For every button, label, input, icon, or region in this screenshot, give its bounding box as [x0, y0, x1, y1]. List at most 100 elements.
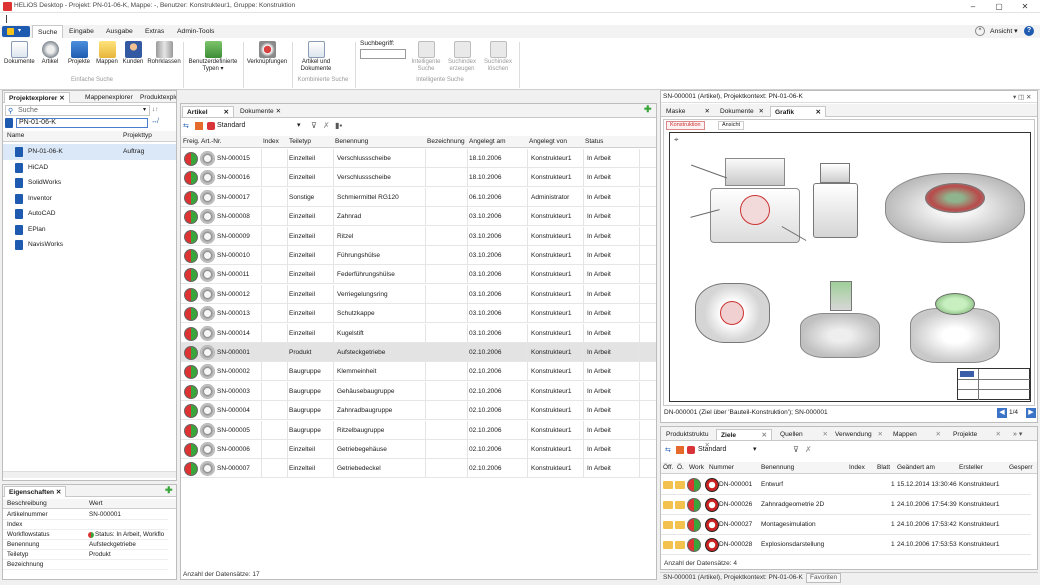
- close-icon[interactable]: ✕: [995, 429, 1001, 440]
- prev-page-button[interactable]: ◀: [997, 408, 1007, 418]
- tab-admin-tools[interactable]: Admin-Tools: [172, 25, 219, 38]
- article-row[interactable]: SN-000004 Baugruppe Zahnradbaugruppe 02.10.…: [181, 401, 656, 421]
- tab-maske[interactable]: Maske ✕: [662, 106, 714, 117]
- close-icon[interactable]: ✕: [935, 429, 941, 440]
- rohrklassen-search-button[interactable]: Rohrklassen: [146, 41, 182, 73]
- col-header[interactable]: Geändert am: [897, 464, 935, 471]
- article-row[interactable]: SN-000015 Einzelteil Verschlussscheibe 18.1…: [181, 149, 656, 168]
- kunden-search-button[interactable]: Kunden: [119, 41, 147, 73]
- tab-mappen[interactable]: Mappen ✕: [889, 429, 945, 440]
- project-row[interactable]: EPlan: [3, 222, 176, 238]
- col-header[interactable]: Index: [263, 138, 287, 145]
- tab-konstruktion[interactable]: Konstruktion: [666, 121, 705, 130]
- project-row[interactable]: Inventor: [3, 191, 176, 207]
- refresh-icon[interactable]: ⇆: [183, 122, 189, 130]
- horizontal-scrollbar[interactable]: [3, 471, 176, 478]
- filter-icon[interactable]: ⊽: [311, 121, 317, 130]
- article-row[interactable]: SN-000017 Sonstige Schmiermittel RG120 06.1…: [181, 187, 656, 207]
- project-row[interactable]: HiCAD: [3, 160, 176, 176]
- tab-projektexplorer[interactable]: Projektexplorer ✕: [4, 92, 70, 103]
- col-header[interactable]: Status: [585, 138, 639, 145]
- projekte-search-button[interactable]: Projekte: [64, 41, 94, 73]
- maximize-button[interactable]: ▢: [986, 0, 1012, 13]
- col-header[interactable]: Nummer: [709, 464, 734, 471]
- col-header[interactable]: Art.-Nr.: [201, 138, 261, 145]
- tab-verwendung[interactable]: Verwendung ✕: [831, 429, 887, 440]
- suchindex-loeschen-button[interactable]: Suchindex löschen: [480, 41, 516, 73]
- article-row[interactable]: SN-000003 Baugruppe Gehäusebaugruppe 02.10.…: [181, 381, 656, 401]
- project-search-input[interactable]: ⚲ Suche ▾: [5, 105, 150, 116]
- article-row[interactable]: SN-000010 Einzelteil Führungshülse 03.10.20…: [181, 246, 656, 265]
- col-header[interactable]: Freig.: [183, 138, 199, 145]
- property-row[interactable]: Artikelnummer SN-000001: [3, 510, 168, 520]
- project-row[interactable]: NavisWorks: [3, 237, 176, 253]
- property-row[interactable]: Workflowstatus Status: In Arbeit, Workflo: [3, 530, 168, 540]
- collapse-ribbon-icon[interactable]: ^: [975, 26, 985, 36]
- close-icon[interactable]: ✕: [822, 429, 828, 440]
- col-header[interactable]: Ersteller: [959, 464, 983, 471]
- col-header[interactable]: Blatt: [877, 464, 890, 471]
- property-row[interactable]: Index: [3, 520, 168, 530]
- next-page-button[interactable]: ▶: [1026, 408, 1036, 418]
- refresh-icon[interactable]: ⇆: [665, 446, 671, 454]
- tab-quellen[interactable]: Quellen ✕: [776, 429, 832, 440]
- intelligente-suche-button[interactable]: Intelligente Suche: [408, 41, 444, 73]
- relations-view-select[interactable]: Standard ▾: [698, 445, 788, 455]
- clear-filter-icon[interactable]: ✗: [805, 445, 812, 454]
- tab-mappenexplorer[interactable]: Mappenexplorer: [81, 92, 137, 103]
- tab-dokumente[interactable]: Dokumente ✕: [236, 106, 285, 117]
- tab-suche[interactable]: Suche: [32, 25, 64, 38]
- help-icon[interactable]: ?: [1024, 26, 1034, 36]
- sort-icon[interactable]: ↓↑: [152, 106, 159, 113]
- article-row[interactable]: SN-000007 Einzelteil Getriebedeckel 02.10.2…: [181, 459, 656, 479]
- article-row[interactable]: SN-000006 Einzelteil Getriebegehäuse 02.10.…: [181, 440, 656, 459]
- add-icon[interactable]: ✚: [644, 104, 652, 115]
- article-row[interactable]: SN-000005 Baugruppe Ritzelbaugruppe 02.10.2…: [181, 420, 656, 440]
- tab-projekte[interactable]: Projekte ✕: [949, 429, 1005, 440]
- property-row[interactable]: Benennung Aufsteckgetriebe: [3, 540, 168, 550]
- project-row[interactable]: PN-01-06-K Auftrag: [3, 144, 176, 160]
- verknuepfungen-button[interactable]: Verknüpfungen: [244, 41, 290, 73]
- dokumente-search-button[interactable]: Dokumente: [4, 41, 35, 73]
- col-header[interactable]: Teiletyp: [289, 138, 333, 145]
- col-header[interactable]: Benennung: [335, 138, 425, 145]
- tab-artikel[interactable]: Artikel ✕: [182, 106, 234, 117]
- app-menu-button[interactable]: ▾: [2, 26, 30, 37]
- suchindex-erzeugen-button[interactable]: Suchindex erzeugen: [444, 41, 480, 73]
- suchbegriff-input[interactable]: [360, 49, 406, 59]
- property-row[interactable]: Teiletyp Produkt: [3, 550, 168, 560]
- tab-produktexplorer[interactable]: Produktexplorer: [136, 92, 176, 103]
- artikel-search-button[interactable]: Artikel: [36, 41, 64, 73]
- article-row[interactable]: SN-000013 Einzelteil Schutzkappe 03.10.2006…: [181, 304, 656, 324]
- article-row[interactable]: SN-000008 Einzelteil Zahnrad 03.10.2006 Kons…: [181, 207, 656, 227]
- article-row[interactable]: SN-000002 Baugruppe Klemmeinheit 02.10.2006…: [181, 362, 656, 382]
- project-row[interactable]: AutoCAD: [3, 206, 176, 222]
- mappen-search-button[interactable]: Mappen: [92, 41, 122, 73]
- article-row[interactable]: SN-000016 Einzelteil Verschlussscheibe 18.1…: [181, 168, 656, 188]
- property-row[interactable]: Bezeichnung: [3, 560, 168, 570]
- article-row[interactable]: SN-000014 Einzelteil Kugelstift 03.10.2006 K…: [181, 323, 656, 343]
- clear-filter-icon[interactable]: ✗: [323, 121, 330, 130]
- favoriten-tab[interactable]: Favoriten: [806, 573, 842, 583]
- col-header[interactable]: Gesperr: [1009, 464, 1032, 471]
- col-header[interactable]: Öff.: [663, 464, 673, 471]
- relation-row[interactable]: DN-000001 Entwurf 1 15.12.2014 13:30:46 Kons…: [661, 475, 1031, 495]
- col-header[interactable]: Ö.: [677, 464, 684, 471]
- tab-eigenschaften[interactable]: Eigenschaften ✕: [4, 486, 67, 497]
- project-row[interactable]: SolidWorks: [3, 175, 176, 191]
- close-icon[interactable]: ✕: [877, 429, 883, 440]
- relation-row[interactable]: DN-000027 Montagesimulation 1 24.10.2006 17…: [661, 515, 1031, 535]
- export-icon[interactable]: [195, 122, 203, 130]
- article-row[interactable]: SN-000011 Einzelteil Federführungshülse 03.…: [181, 265, 656, 285]
- col-header[interactable]: Index: [849, 464, 865, 471]
- ansicht-menu[interactable]: Ansicht ▾: [990, 27, 1018, 35]
- col-header[interactable]: Angelegt am: [469, 138, 527, 145]
- tab-extras[interactable]: Extras: [140, 25, 169, 38]
- col-header[interactable]: Work: [689, 464, 704, 471]
- view-select[interactable]: Standard ▾: [217, 121, 307, 131]
- tab-dokumente[interactable]: Dokumente ✕: [716, 106, 768, 117]
- columns-icon[interactable]: ▮▪: [335, 121, 342, 130]
- add-icon[interactable]: ✚: [165, 485, 173, 496]
- tab-eingabe[interactable]: Eingabe: [64, 25, 99, 38]
- filter-icon[interactable]: ⊽: [793, 445, 799, 454]
